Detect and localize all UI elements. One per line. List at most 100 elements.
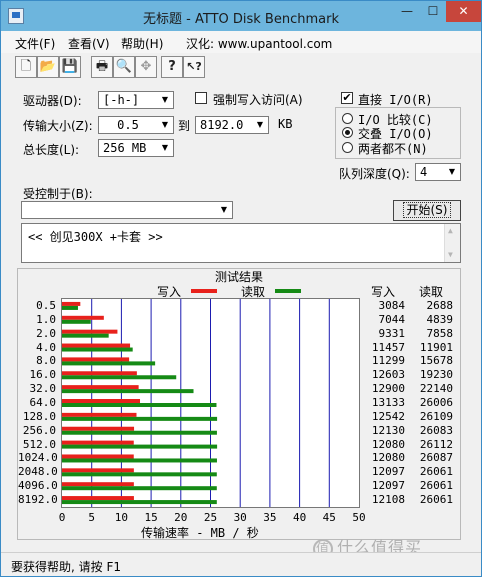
x-tick-label: 5 xyxy=(88,511,95,524)
write-bar xyxy=(62,343,131,348)
read-value: 15678 xyxy=(419,354,453,368)
total-length-value: 256 MB xyxy=(103,141,147,155)
print-icon[interactable]: 🖶 xyxy=(91,56,113,78)
write-value: 11299 xyxy=(371,354,405,368)
write-bar xyxy=(62,329,118,334)
write-bar xyxy=(62,371,137,376)
read-bar xyxy=(62,305,78,310)
force-write-checkbox[interactable] xyxy=(195,92,207,104)
write-value: 7044 xyxy=(378,312,406,326)
neither-radio[interactable] xyxy=(342,142,353,153)
start-button[interactable]: 开始(S) xyxy=(393,200,461,221)
read-bar xyxy=(62,486,217,491)
write-value: 3084 xyxy=(378,298,406,312)
read-value: 22140 xyxy=(419,382,453,396)
menu-bar: 文件(F) 查看(V) 帮助(H) 汉化: www.upantool.com xyxy=(1,31,481,53)
close-button[interactable]: ✕ xyxy=(446,1,481,22)
write-value: 12097 xyxy=(371,479,405,493)
description-scrollbar[interactable] xyxy=(444,224,460,262)
move-icon[interactable]: ✥ xyxy=(135,56,157,78)
y-tick-label: 2.0 xyxy=(36,326,56,340)
menu-help[interactable]: 帮助(H) xyxy=(121,35,163,52)
write-value: 12900 xyxy=(371,382,405,396)
read-value: 26061 xyxy=(419,479,453,493)
read-value: 7858 xyxy=(426,326,454,340)
read-value: 2688 xyxy=(426,298,454,312)
legend-read-swatch xyxy=(275,289,301,293)
read-bar xyxy=(62,347,133,352)
to-label: 到 xyxy=(178,119,191,133)
read-bar xyxy=(62,458,217,463)
transfer-from-select[interactable]: 0.5 ▼ xyxy=(98,116,174,134)
start-button-label: 开始(S) xyxy=(402,202,452,218)
y-tick-label: 128.0 xyxy=(22,409,56,423)
queue-depth-select[interactable]: 4 ▼ xyxy=(415,163,461,181)
chevron-down-icon: ▼ xyxy=(161,95,169,104)
direct-io-checkbox[interactable]: ✔ xyxy=(341,92,353,104)
x-tick-label: 20 xyxy=(174,511,188,524)
drive-select[interactable]: [-h-] ▼ xyxy=(98,91,174,109)
x-tick-label: 35 xyxy=(263,511,277,524)
description-field[interactable]: << 创见300X +卡套 >> xyxy=(21,223,461,263)
chevron-down-icon: ▼ xyxy=(256,120,264,129)
write-value: 12130 xyxy=(371,423,405,437)
x-axis-label: 传输速率 - MB / 秒 xyxy=(141,526,259,540)
read-value: 19230 xyxy=(419,368,453,382)
controlled-by-select[interactable]: ▼ xyxy=(21,201,233,219)
overlapped-io-radio[interactable] xyxy=(342,127,353,138)
read-bar xyxy=(62,361,156,366)
x-tick-label: 10 xyxy=(114,511,129,524)
transfer-from-value: 0.5 xyxy=(117,118,139,132)
context-help-icon[interactable]: ↖? xyxy=(183,56,205,78)
y-tick-label: 1024.0 xyxy=(18,451,58,465)
y-tick-label: 4096.0 xyxy=(18,479,58,493)
chevron-down-icon: ▼ xyxy=(220,205,228,214)
read-value: 26061 xyxy=(419,493,453,507)
maximize-button[interactable]: ☐ xyxy=(420,1,446,22)
minimize-button[interactable]: — xyxy=(394,1,420,22)
x-tick-label: 30 xyxy=(233,511,247,524)
y-tick-label: 16.0 xyxy=(29,368,57,382)
y-tick-label: 4.0 xyxy=(36,340,56,354)
read-value: 26109 xyxy=(419,409,453,423)
menu-view[interactable]: 查看(V) xyxy=(68,35,110,52)
chevron-down-icon: ▼ xyxy=(161,143,169,152)
write-bar xyxy=(62,496,134,501)
save-icon[interactable]: 💾 xyxy=(59,56,81,78)
write-bar xyxy=(62,385,139,390)
y-tick-label: 2048.0 xyxy=(18,465,58,479)
transfer-to-select[interactable]: 8192.0 ▼ xyxy=(195,116,269,134)
read-value: 4839 xyxy=(426,312,454,326)
direct-io-label: 直接 I/O(R) xyxy=(358,93,433,107)
read-bar xyxy=(62,403,217,407)
status-bar: 要获得帮助, 请按 F1 xyxy=(1,552,481,576)
read-bar xyxy=(62,389,194,394)
write-bar xyxy=(62,468,134,473)
read-bar xyxy=(62,430,217,435)
write-bar xyxy=(62,412,137,417)
controlled-by-label: 受控制于(B): xyxy=(23,187,93,201)
write-value: 9331 xyxy=(378,326,406,340)
new-file-icon[interactable]: 🗋 xyxy=(15,56,37,78)
read-bar xyxy=(62,472,217,477)
menu-localization[interactable]: 汉化: www.upantool.com xyxy=(186,35,332,52)
transfer-size-label: 传输大小(Z): xyxy=(23,119,93,133)
y-tick-label: 64.0 xyxy=(29,396,57,409)
legend-write-swatch xyxy=(191,289,217,293)
total-length-select[interactable]: 256 MB ▼ xyxy=(98,139,174,157)
x-tick-label: 25 xyxy=(203,511,218,524)
write-bar xyxy=(62,482,134,487)
open-folder-icon[interactable]: 📂 xyxy=(37,56,59,78)
read-value: 26112 xyxy=(419,437,453,451)
read-value: 11901 xyxy=(419,340,453,354)
neither-label: 两者都不(N) xyxy=(358,142,428,156)
help-icon[interactable]: ? xyxy=(161,56,183,78)
io-compare-radio[interactable] xyxy=(342,113,353,124)
write-bar xyxy=(62,301,81,306)
menu-file[interactable]: 文件(F) xyxy=(15,35,55,52)
drive-label: 驱动器(D): xyxy=(23,94,82,108)
force-write-label: 强制写入访问(A) xyxy=(213,93,303,107)
print-preview-icon[interactable]: 🔍 xyxy=(113,56,135,78)
read-bar xyxy=(62,319,91,324)
write-value: 12097 xyxy=(371,465,405,479)
